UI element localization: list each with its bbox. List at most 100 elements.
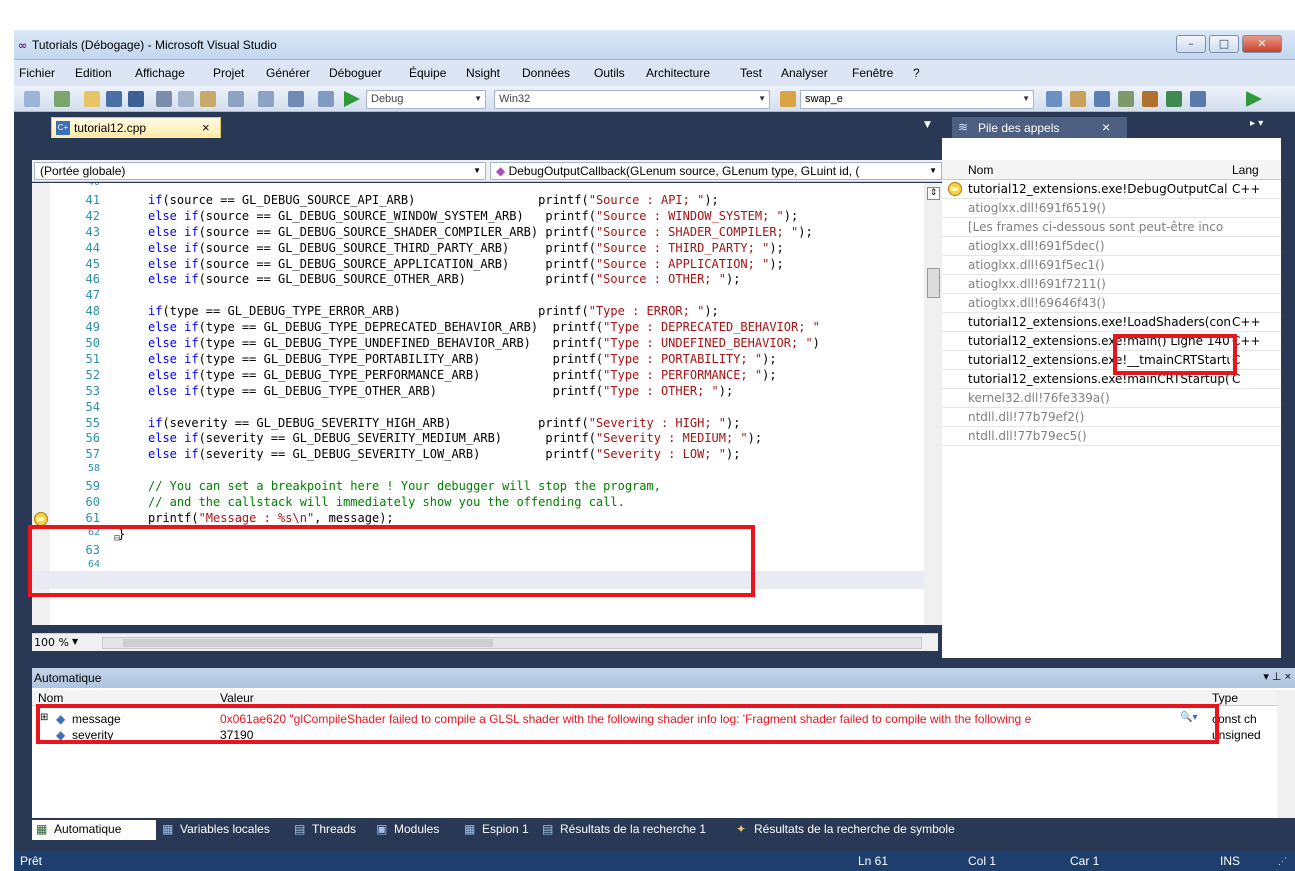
start-debug-icon[interactable] (344, 91, 360, 107)
scope-select[interactable]: (Portée globale) ▼ (34, 162, 486, 180)
class-view-icon[interactable] (1190, 91, 1206, 107)
menu-projet[interactable]: Projet (213, 66, 244, 80)
close-icon[interactable]: × (202, 120, 210, 135)
tab-list-dropdown-icon[interactable]: ▼ (924, 120, 931, 130)
configuration-select[interactable]: Debug ▼ (366, 90, 486, 109)
panel-controls-icon[interactable]: ▾ ⊥ × (1263, 670, 1291, 683)
extension-icon[interactable] (1142, 91, 1158, 107)
call-stack-row[interactable]: tutorial12_extensions.exe!DebugOutputCal… (942, 180, 1281, 199)
horizontal-scrollbar[interactable] (102, 637, 922, 649)
save-icon[interactable] (106, 91, 122, 107)
line-number: 54 (85, 399, 100, 414)
call-stack-row[interactable]: atioglxx.dll!69646f43() (942, 294, 1281, 313)
column-nom[interactable]: Nom (38, 691, 63, 705)
menu-architecture[interactable]: Architecture (646, 66, 710, 80)
zoom-level[interactable]: 100 % (34, 636, 69, 649)
frame-name: atioglxx.dll!691f6519() (968, 201, 1106, 215)
column-type[interactable]: Type (1212, 691, 1238, 705)
keyword-token: else if (148, 256, 199, 271)
properties-icon[interactable] (1070, 91, 1086, 107)
tab-automatique[interactable]: Automatique (54, 822, 121, 836)
menu-equipe[interactable]: Équipe (409, 66, 446, 80)
column-lang[interactable]: Lang (1232, 163, 1259, 177)
object-browser-icon[interactable] (1094, 91, 1110, 107)
menu-edition[interactable]: Edition (75, 66, 112, 80)
redo-icon[interactable] (258, 91, 274, 107)
copy-icon[interactable] (178, 91, 194, 107)
minimize-button[interactable]: – (1176, 35, 1206, 53)
code-token: ); (762, 367, 777, 382)
keyword-token: else if (148, 367, 199, 382)
tab-modules[interactable]: Modules (394, 822, 439, 836)
member-select[interactable]: ◆ DebugOutputCallback(GLenum source, GLe… (490, 162, 942, 180)
call-stack-row[interactable]: [Les frames ci-dessous sont peut-être in… (942, 218, 1281, 237)
tab-label: tutorial12.cpp (74, 121, 147, 135)
paste-icon[interactable] (200, 91, 216, 107)
menu-test[interactable]: Test (740, 66, 762, 80)
chevron-down-icon[interactable]: ▼ (72, 637, 78, 646)
maximize-button[interactable]: □ (1209, 35, 1239, 53)
tab-resultats-recherche-symbole[interactable]: Résultats de la recherche de symbole (754, 822, 955, 836)
call-stack-row[interactable]: atioglxx.dll!691f7211() (942, 275, 1281, 294)
start-page-icon[interactable] (1166, 91, 1182, 107)
current-statement-arrow-icon[interactable] (34, 511, 48, 526)
continue-icon[interactable] (1246, 91, 1262, 107)
toolbox-icon[interactable] (1118, 91, 1134, 107)
column-valeur[interactable]: Valeur (220, 691, 254, 705)
close-icon[interactable]: × (1102, 119, 1110, 135)
platform-select[interactable]: Win32 ▼ (494, 90, 770, 109)
menu-outils[interactable]: Outils (594, 66, 625, 80)
find-in-files-icon[interactable] (780, 91, 796, 107)
menu-help[interactable]: ? (913, 66, 920, 80)
menu-analyser[interactable]: Analyser (781, 66, 828, 80)
line-number: 55 (85, 415, 100, 430)
column-nom[interactable]: Nom (968, 163, 993, 177)
tab-resultats-recherche-1[interactable]: Résultats de la recherche 1 (560, 822, 706, 836)
autos-title: Automatique (34, 671, 102, 685)
frame-name: ntdll.dll!77b79ec5() (968, 429, 1087, 443)
scroll-thumb[interactable] (123, 639, 493, 647)
panel-menu-icon[interactable]: ▸ ▾ (1250, 118, 1263, 129)
call-stack-row[interactable]: atioglxx.dll!691f6519() (942, 199, 1281, 218)
split-icon[interactable]: ⇕ (927, 187, 940, 200)
save-all-icon[interactable] (128, 91, 144, 107)
autos-scrollbar[interactable] (1277, 690, 1295, 818)
solution-explorer-icon[interactable] (1046, 91, 1062, 107)
title-bar: ∞ Tutorials (Débogage) - Microsoft Visua… (14, 30, 1295, 60)
close-button[interactable]: ✕ (1242, 35, 1282, 53)
menu-deboguer[interactable]: Déboguer (329, 66, 382, 80)
editor-vertical-scrollbar[interactable]: ⇕ (924, 183, 944, 625)
scroll-thumb[interactable] (927, 268, 940, 298)
code-token: (type == GL_DEBUG_TYPE_PERFORMANCE_ARB) … (198, 367, 604, 382)
call-stack-row[interactable]: atioglxx.dll!691f5dec() (942, 237, 1281, 256)
find-window-icon[interactable] (318, 91, 334, 107)
open-file-icon[interactable] (84, 91, 100, 107)
add-item-icon[interactable] (54, 91, 70, 107)
call-stack-row[interactable]: kernel32.dll!76fe339a() (942, 389, 1281, 408)
tab-tutorial12-cpp[interactable]: C+ tutorial12.cpp × (51, 117, 221, 138)
call-stack-row[interactable]: ntdll.dll!77b79ec5() (942, 427, 1281, 446)
menu-fenetre[interactable]: Fenêtre (852, 66, 893, 80)
navigate-icon[interactable] (288, 91, 304, 107)
tab-pile-des-appels[interactable]: ≋ Pile des appels × (952, 117, 1127, 138)
find-combo[interactable]: swap_e ▼ (800, 90, 1034, 109)
tool-window-tabs: ▦ Automatique ▦ Variables locales ▤ Thre… (32, 818, 1295, 842)
menu-generer[interactable]: Générer (266, 66, 310, 80)
call-stack-row[interactable]: atioglxx.dll!691f5ec1() (942, 256, 1281, 275)
tab-espion-1[interactable]: Espion 1 (482, 822, 529, 836)
current-frame-arrow-icon (948, 182, 962, 196)
resize-grip-icon[interactable]: ⋰ (1278, 856, 1287, 867)
menu-donnees[interactable]: Données (522, 66, 570, 80)
call-stack-row[interactable]: tutorial12_extensions.exe!LoadShaders(co… (942, 313, 1281, 332)
menu-fichier[interactable]: Fichier (19, 66, 55, 80)
call-stack-row[interactable]: ntdll.dll!77b79ef2() (942, 408, 1281, 427)
tab-variables-locales[interactable]: Variables locales (180, 822, 270, 836)
undo-icon[interactable] (228, 91, 244, 107)
tab-threads[interactable]: Threads (312, 822, 356, 836)
status-ins: INS (1220, 854, 1241, 868)
menu-affichage[interactable]: Affichage (135, 66, 185, 80)
cut-icon[interactable] (156, 91, 172, 107)
menu-nsight[interactable]: Nsight (466, 66, 500, 80)
new-project-icon[interactable] (24, 91, 40, 107)
string-token: "Source : APPLICATION; " (595, 256, 770, 271)
